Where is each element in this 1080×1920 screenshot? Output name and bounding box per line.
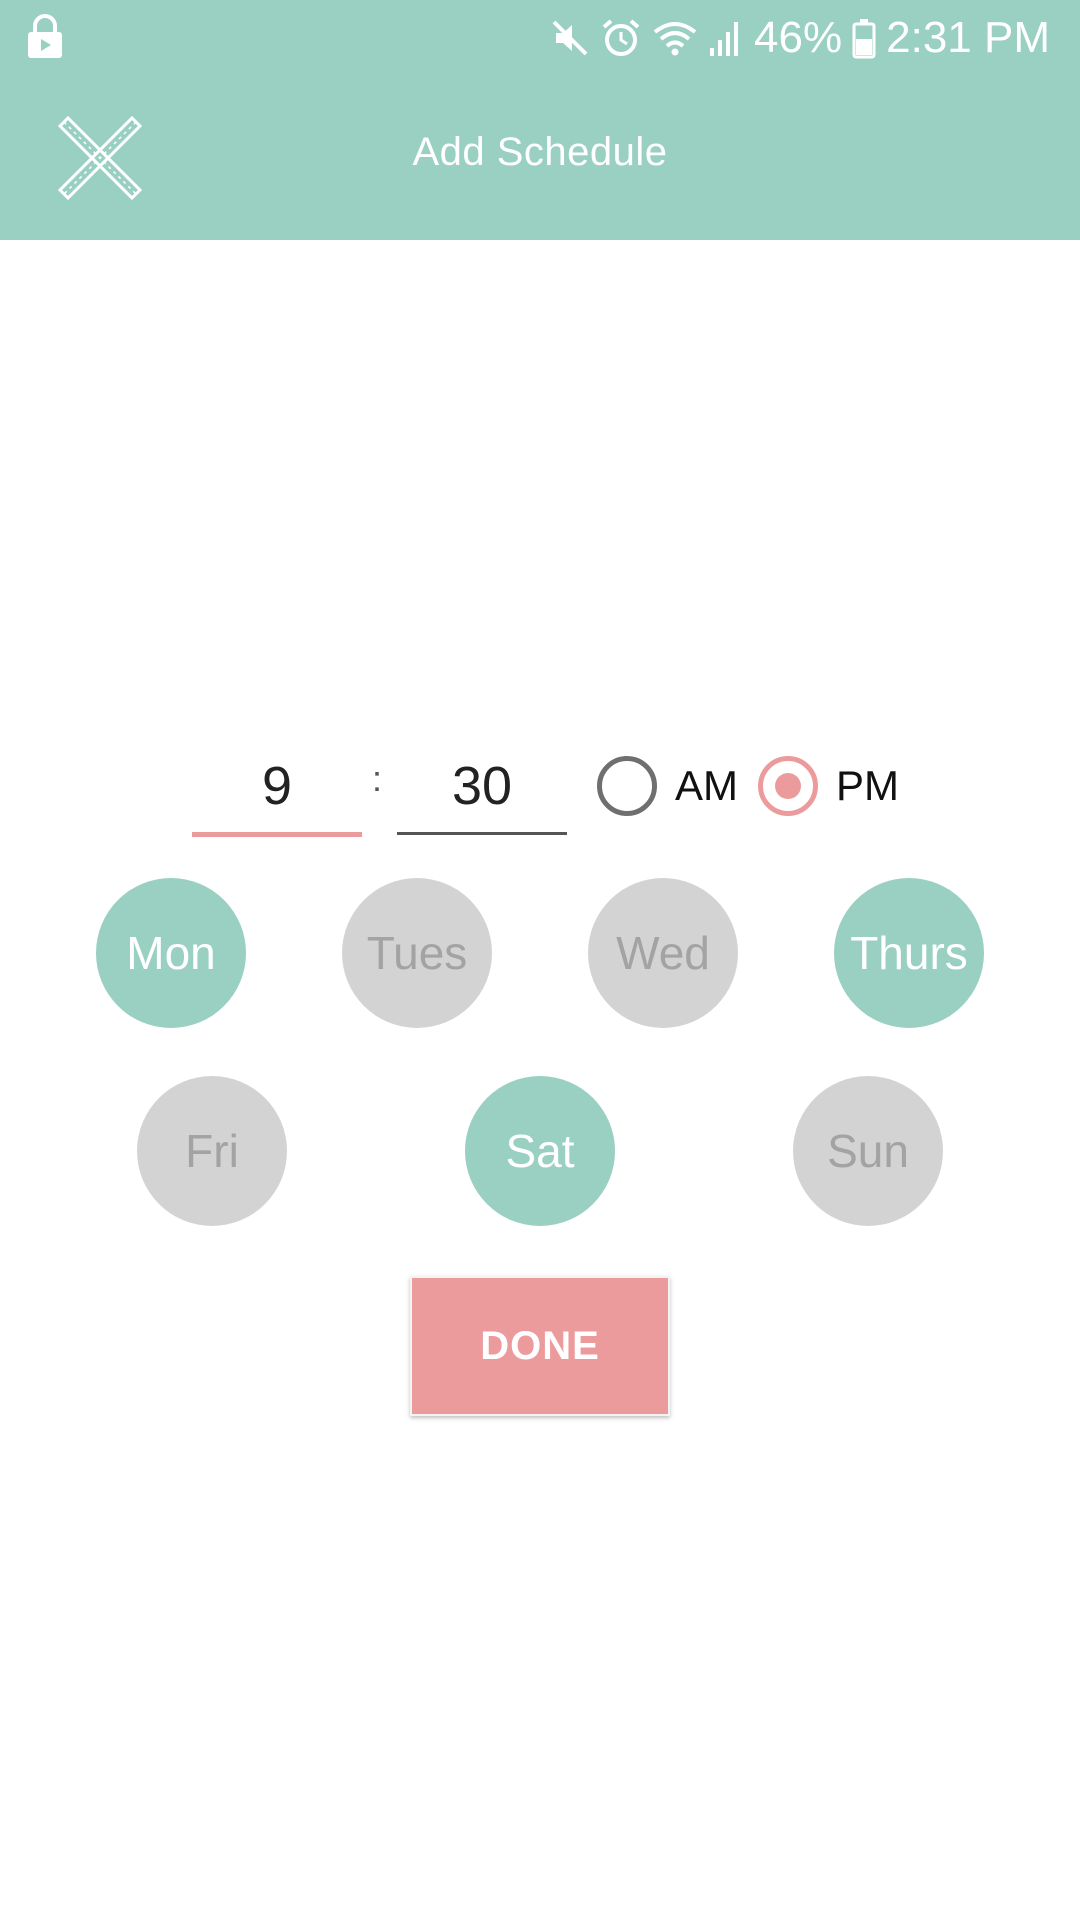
status-bar: 46% 2:31 PM	[0, 0, 1080, 76]
app-bar: Add Schedule	[0, 76, 1080, 240]
pm-label[interactable]: PM	[836, 760, 899, 812]
day-mon[interactable]: Mon	[96, 878, 246, 1028]
lock-icon	[26, 14, 64, 65]
hour-input[interactable]: 9	[192, 740, 362, 837]
minute-input[interactable]: 30	[397, 740, 567, 835]
mute-icon	[550, 18, 590, 58]
am-radio[interactable]	[597, 756, 657, 816]
time-picker: 9 : 30 AM PM	[0, 740, 1080, 840]
time-separator: :	[372, 758, 383, 799]
alarm-icon	[600, 17, 642, 59]
page-title: Add Schedule	[412, 130, 668, 174]
pm-radio-dot	[775, 773, 801, 799]
day-wed[interactable]: Wed	[588, 878, 738, 1028]
done-button[interactable]: DONE	[410, 1276, 670, 1416]
battery-icon	[852, 17, 876, 59]
status-time: 2:31 PM	[886, 13, 1050, 62]
wifi-icon	[652, 18, 698, 58]
day-thurs[interactable]: Thurs	[834, 878, 984, 1028]
day-fri[interactable]: Fri	[137, 1076, 287, 1226]
day-tues[interactable]: Tues	[342, 878, 492, 1028]
signal-icon	[708, 18, 744, 58]
day-sun[interactable]: Sun	[793, 1076, 943, 1226]
screen: 46% 2:31 PM Add Schedule 9: 30 AM PM Mo…	[0, 0, 1080, 1920]
status-icons: 46% 2:31 PM	[550, 0, 1050, 76]
battery-percent: 46%	[754, 13, 843, 62]
day-sat[interactable]: Sat	[465, 1076, 615, 1226]
am-label[interactable]: AM	[675, 760, 738, 812]
pm-radio[interactable]	[758, 756, 818, 816]
